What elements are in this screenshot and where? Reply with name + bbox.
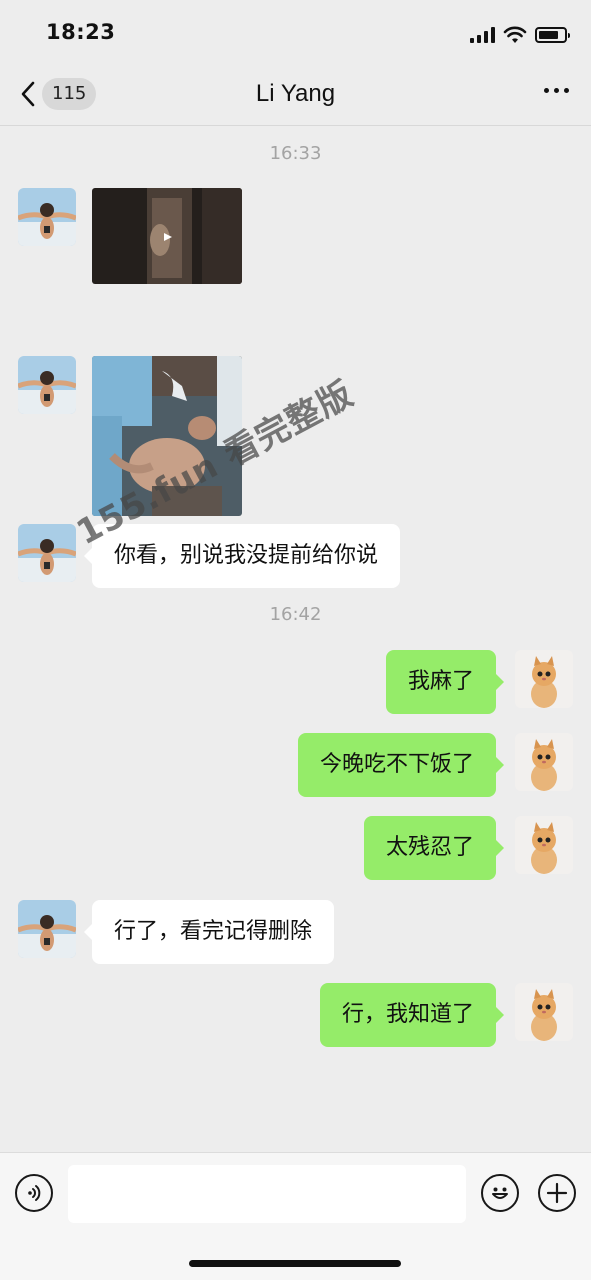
status-time: 18:23 xyxy=(46,20,116,44)
contact-avatar[interactable] xyxy=(18,524,76,582)
wifi-icon xyxy=(503,26,527,43)
video-message[interactable] xyxy=(92,188,242,284)
status-bar: 18:23 xyxy=(0,0,591,64)
message-bubble-outgoing[interactable]: 我麻了 xyxy=(385,650,505,714)
my-avatar[interactable] xyxy=(515,650,573,708)
chat-header: 115 Li Yang xyxy=(0,64,591,126)
message-bubble-outgoing[interactable]: 今晚吃不下饭了 xyxy=(297,733,505,797)
image-message[interactable] xyxy=(92,356,242,516)
plus-icon[interactable] xyxy=(538,1174,576,1212)
more-dots-icon[interactable] xyxy=(544,88,569,93)
contact-avatar[interactable] xyxy=(18,356,76,414)
chat-title: Li Yang xyxy=(255,80,336,107)
timestamp: 16:33 xyxy=(269,143,322,164)
my-avatar[interactable] xyxy=(515,816,573,874)
voice-icon[interactable] xyxy=(15,1174,53,1212)
message-bubble-incoming[interactable]: 行了，看完记得删除 xyxy=(83,900,335,964)
home-indicator[interactable] xyxy=(189,1260,401,1267)
timestamp: 16:42 xyxy=(269,604,322,625)
status-icons xyxy=(470,24,570,46)
contact-avatar[interactable] xyxy=(18,900,76,958)
message-bubble-outgoing[interactable]: 行，我知道了 xyxy=(319,983,505,1047)
my-avatar[interactable] xyxy=(515,733,573,791)
message-input[interactable] xyxy=(68,1165,466,1223)
my-avatar[interactable] xyxy=(515,983,573,1041)
message-bubble-outgoing[interactable]: 太残忍了 xyxy=(363,816,505,880)
emoji-icon[interactable] xyxy=(481,1174,519,1212)
cellular-signal-icon xyxy=(470,27,495,43)
contact-avatar[interactable] xyxy=(18,188,76,246)
message-bubble-incoming[interactable]: 你看，别说我没提前给你说 xyxy=(83,524,401,588)
battery-icon xyxy=(535,27,570,43)
